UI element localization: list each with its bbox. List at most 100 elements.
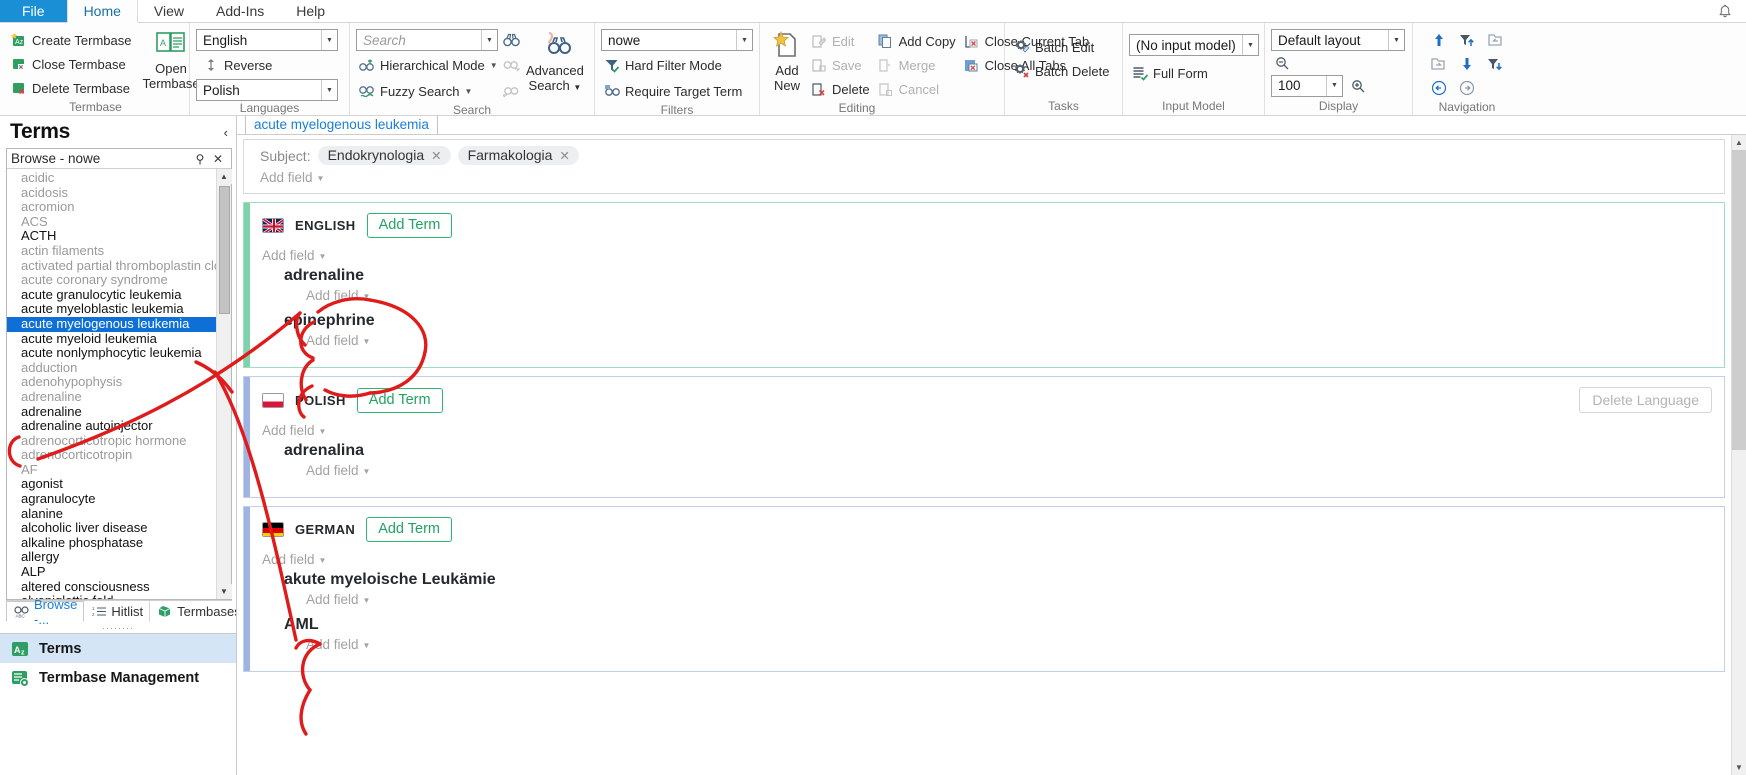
chip-remove-icon[interactable]: ✕ [559, 148, 569, 163]
advanced-search-button[interactable]: Advanced Search ▼ [520, 28, 590, 97]
bell-icon[interactable] [1718, 0, 1746, 22]
term-list-item[interactable]: agonist [7, 477, 216, 492]
scroll-down-icon[interactable]: ▼ [1732, 760, 1746, 775]
close-termbase-button[interactable]: Close Termbase [8, 52, 136, 76]
scrollbar-thumb[interactable] [1731, 150, 1746, 450]
menu-item-view[interactable]: View [138, 0, 200, 22]
term-list-item[interactable]: agranulocyte [7, 491, 216, 507]
term-add-field-button[interactable]: Add field ▼ [306, 333, 1712, 348]
term-list-item[interactable]: alcoholic liver disease [7, 521, 216, 536]
input-model-combo[interactable]: (No input model) ▼ [1129, 34, 1259, 56]
hierarchical-mode-button[interactable]: Hierarchical Mode ▼ [356, 53, 498, 77]
sidebar-tab-termbases[interactable]: Termbases [150, 601, 247, 622]
search-back-icon[interactable] [503, 83, 520, 100]
term-list-item[interactable]: ACTH [7, 229, 216, 244]
term-list-item[interactable]: acute myeloid leukemia [7, 331, 216, 347]
term-value[interactable]: epinephrine [284, 312, 1712, 330]
term-list-item[interactable]: adrenocorticotropin [7, 448, 216, 463]
menu-item-file[interactable]: File [0, 0, 67, 22]
term-list-item[interactable]: adrenocorticotropic hormone [7, 433, 216, 449]
fuzzy-search-button[interactable]: Fuzzy Search ▼ [356, 79, 498, 103]
chevron-down-icon[interactable]: ▼ [321, 30, 337, 50]
filter-combo[interactable]: nowe ▼ [601, 29, 753, 51]
require-target-term-button[interactable]: Require Target Term [601, 79, 753, 103]
term-add-field-button[interactable]: Add field ▼ [306, 463, 1712, 478]
delete-language-button[interactable]: Delete Language [1579, 387, 1712, 413]
term-list-item[interactable]: activated partial thromboplastin clottin [7, 258, 216, 274]
delete-termbase-button[interactable]: Delete Termbase [8, 76, 136, 100]
chevron-down-icon[interactable]: ▼ [1388, 30, 1404, 50]
subject-chip-farmakologia[interactable]: Farmakologia ✕ [457, 146, 579, 165]
term-add-field-button[interactable]: Add field ▼ [306, 288, 1712, 303]
term-value[interactable]: adrenaline [284, 267, 1712, 285]
sidebar-splitter-grip[interactable]: ········ [0, 622, 236, 633]
sidebar-item-termbase-management[interactable]: Termbase Management [0, 663, 236, 692]
search-forward-icon[interactable] [503, 57, 520, 74]
create-termbase-button[interactable]: Az Create Termbase [8, 28, 136, 52]
scroll-down-icon[interactable]: ▼ [216, 584, 232, 599]
chevron-down-icon[interactable]: ▼ [736, 30, 752, 50]
search-input[interactable]: Search ▼ [356, 29, 498, 51]
language-add-field-button[interactable]: Add field ▼ [262, 423, 1712, 438]
term-list-item[interactable]: acute granulocytic leukemia [7, 287, 216, 303]
chevron-down-icon[interactable]: ▼ [1242, 35, 1258, 55]
term-list-item[interactable]: actin filaments [7, 243, 216, 259]
chevron-left-icon[interactable]: ‹ [224, 125, 228, 140]
full-form-button[interactable]: Full Form [1129, 61, 1259, 85]
chevron-down-icon[interactable]: ▼ [481, 30, 497, 50]
scroll-up-icon[interactable]: ▲ [1732, 135, 1746, 150]
nav-arrow-up-button[interactable] [1425, 28, 1453, 52]
language-add-field-button[interactable]: Add field ▼ [262, 552, 1712, 567]
add-term-button[interactable]: Add Term [366, 213, 453, 238]
nav-filter-up-button[interactable] [1453, 28, 1481, 52]
source-language-combo[interactable]: English ▼ [196, 29, 338, 51]
term-list-item[interactable]: acute nonlymphocytic leukemia [7, 346, 216, 361]
term-list-item[interactable]: allergy [7, 550, 216, 565]
term-list-item[interactable]: alkaline phosphatase [7, 535, 216, 551]
term-list-item[interactable]: adrenaline [7, 389, 216, 405]
add-copy-button[interactable]: Add Copy [875, 29, 961, 53]
content-scrollbar[interactable]: ▲ ▼ [1731, 135, 1746, 775]
batch-edit-button[interactable]: Batch Edit [1011, 35, 1114, 59]
subject-chip-endokrynologia[interactable]: Endokrynologia ✕ [317, 146, 451, 165]
search-binoculars-icon[interactable] [503, 32, 520, 49]
pin-icon[interactable]: ⚲ [191, 152, 209, 166]
term-list-item[interactable]: adrenaline [7, 404, 216, 420]
term-list-item[interactable]: acidosis [7, 185, 216, 201]
term-list-item[interactable]: ACS [7, 214, 216, 230]
term-list-item[interactable]: alanine [7, 506, 216, 522]
zoom-in-icon[interactable] [1349, 77, 1366, 94]
document-tab[interactable]: acute myelogenous leukemia [245, 115, 438, 134]
save-button[interactable]: Save [808, 53, 875, 77]
nav-arrow-down-button[interactable] [1453, 52, 1481, 76]
chip-remove-icon[interactable]: ✕ [431, 148, 441, 163]
nav-filter-down-button[interactable] [1481, 52, 1509, 76]
nav-entry-next-button[interactable] [1425, 52, 1453, 76]
term-list-item[interactable]: acidic [7, 170, 216, 186]
nav-forward-circle-button[interactable] [1453, 76, 1481, 100]
zoom-out-icon[interactable] [1273, 54, 1290, 71]
reverse-languages-button[interactable]: Reverse [196, 53, 343, 77]
chevron-down-icon[interactable]: ▼ [1326, 75, 1342, 96]
term-list-item[interactable]: altered consciousness [7, 579, 216, 595]
term-value[interactable]: AML [284, 616, 1712, 634]
chevron-down-icon[interactable]: ▼ [321, 80, 337, 100]
target-language-combo[interactable]: Polish ▼ [196, 79, 338, 101]
scrollbar-thumb[interactable] [218, 186, 230, 314]
nav-entry-prev-button[interactable] [1481, 28, 1509, 52]
batch-delete-button[interactable]: Batch Delete [1011, 59, 1114, 83]
term-list-item[interactable]: acromion [7, 200, 216, 215]
add-term-button[interactable]: Add Term [366, 517, 452, 542]
edit-button[interactable]: Edit [808, 29, 875, 53]
term-list-item[interactable]: acute myeloblastic leukemia [7, 302, 216, 317]
term-list-item[interactable]: acute coronary syndrome [7, 273, 216, 288]
term-list-item[interactable]: ALP [7, 564, 216, 580]
sidebar-tab-hitlist[interactable]: 12 Hitlist [84, 601, 151, 622]
merge-button[interactable]: Merge [875, 53, 961, 77]
nav-back-circle-button[interactable] [1425, 76, 1453, 100]
scrollbar-track[interactable] [217, 314, 232, 584]
scroll-up-icon[interactable]: ▲ [216, 169, 232, 184]
term-value[interactable]: adrenalina [284, 442, 1712, 460]
menu-item-home[interactable]: Home [66, 0, 138, 23]
layout-combo[interactable]: Default layout ▼ [1271, 29, 1405, 51]
